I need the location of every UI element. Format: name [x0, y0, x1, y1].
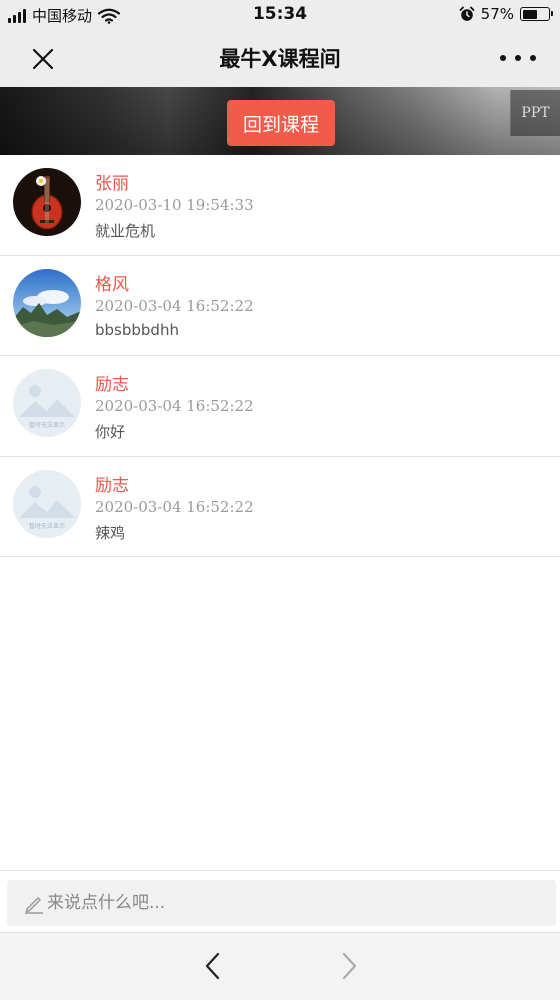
comment-time: 2020-03-04 16:52:22 — [95, 397, 254, 415]
avatar[interactable]: 暂时无法显示 — [13, 469, 81, 538]
pencil-icon — [25, 897, 43, 914]
landscape-avatar-icon — [13, 268, 81, 337]
placeholder-text: 暂时无法显示 — [29, 522, 65, 530]
image-placeholder-icon: 暂时无法显示 — [13, 369, 81, 437]
comment-author: 励志 — [95, 375, 129, 395]
avatar[interactable]: 暂时无法显示 — [13, 369, 81, 437]
battery-percent: 57% — [480, 5, 514, 23]
ppt-tab[interactable]: PPT — [510, 90, 560, 136]
comment-time: 2020-03-04 16:52:22 — [95, 296, 254, 315]
back-to-course-button[interactable]: 回到课程 — [227, 100, 335, 146]
nav-bar: 最牛X课程间 — [0, 30, 560, 87]
comment-item: 格风 2020-03-04 16:52:22 bbsbbbdhh — [0, 256, 560, 356]
comment-list: 张丽 2020-03-10 19:54:33 就业危机 格风 2020-03-0… — [0, 155, 560, 557]
comment-text: 辣鸡 — [95, 523, 126, 542]
comment-text: 就业危机 — [95, 222, 156, 240]
browser-toolbar — [0, 932, 560, 1000]
comment-author: 格风 — [95, 274, 129, 295]
chevron-right-icon[interactable] — [334, 949, 364, 983]
comment-item: 张丽 2020-03-10 19:54:33 就业危机 — [0, 155, 560, 256]
comment-input-bar — [0, 870, 560, 932]
avatar[interactable] — [13, 168, 81, 236]
placeholder-text: 暂时无法显示 — [29, 421, 65, 429]
comment-author: 张丽 — [95, 174, 129, 194]
video-banner[interactable]: 回到课程 PPT — [0, 87, 560, 155]
comment-text: bbsbbbdhh — [95, 320, 179, 339]
page-title: 最牛X课程间 — [219, 47, 341, 71]
comment-text: 你好 — [95, 423, 126, 441]
more-icon[interactable] — [500, 46, 536, 70]
status-bar: 中国移动 15:34 57% — [0, 0, 560, 30]
comment-item: 暂时无法显示 励志 2020-03-04 16:52:22 辣鸡 — [0, 457, 560, 557]
comment-item: 暂时无法显示 励志 2020-03-04 16:52:22 你好 — [0, 356, 560, 457]
status-right: 57% — [459, 5, 553, 23]
comment-author: 励志 — [95, 475, 129, 496]
avatar[interactable] — [13, 268, 81, 337]
comment-input-box[interactable] — [7, 880, 556, 926]
chevron-left-icon[interactable] — [198, 949, 228, 983]
comment-time: 2020-03-04 16:52:22 — [95, 497, 254, 516]
comment-time: 2020-03-10 19:54:33 — [95, 196, 254, 214]
battery-icon — [520, 7, 553, 21]
image-placeholder-icon: 暂时无法显示 — [13, 469, 81, 538]
guitar-avatar-icon — [13, 168, 81, 236]
comment-input[interactable] — [47, 880, 547, 926]
alarm-icon — [459, 6, 475, 21]
